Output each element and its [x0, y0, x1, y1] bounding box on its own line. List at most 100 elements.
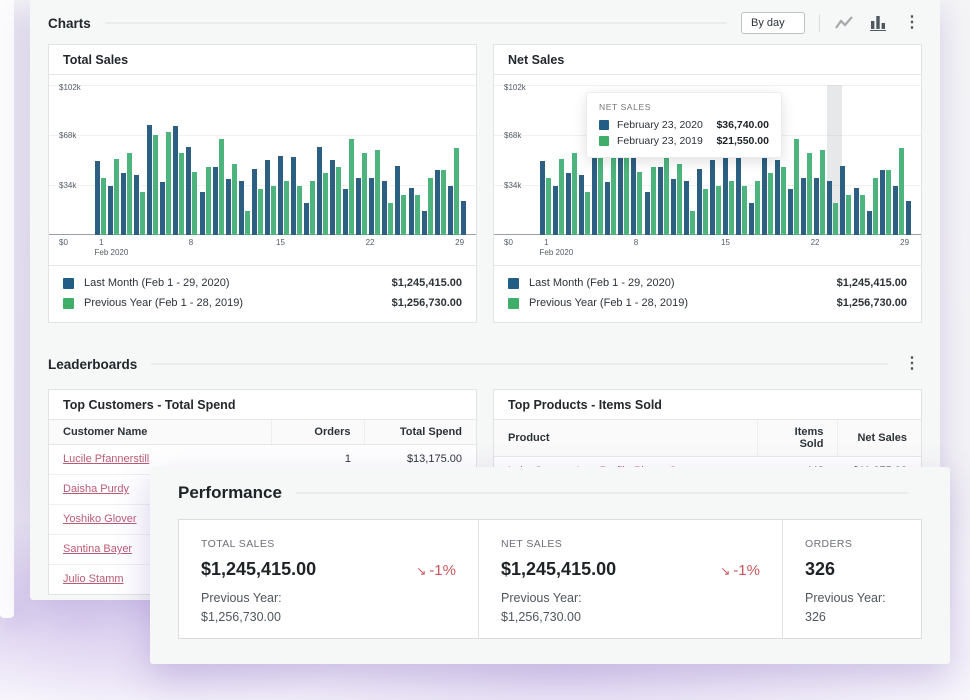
bar-current[interactable] [278, 156, 283, 235]
bar-previous[interactable] [388, 203, 393, 235]
legend-row[interactable]: Last Month (Feb 1 - 29, 2020) $1,245,415… [49, 273, 476, 293]
bar-group-day-1[interactable] [95, 85, 106, 235]
bar-previous[interactable] [742, 186, 747, 235]
bar-previous[interactable] [755, 181, 760, 235]
bar-group-day-28[interactable] [448, 85, 459, 235]
customer-link[interactable]: Lucile Pfannerstill [63, 453, 149, 465]
bar-current[interactable] [854, 188, 859, 235]
bar-previous[interactable] [572, 153, 577, 235]
bar-group-day-17[interactable] [304, 85, 315, 235]
bar-current[interactable] [631, 147, 636, 235]
bar-group-day-22[interactable] [814, 85, 825, 235]
bar-previous[interactable] [441, 170, 446, 235]
bar-current[interactable] [435, 170, 440, 235]
bar-previous[interactable] [375, 150, 380, 235]
bar-group-day-9[interactable] [200, 85, 211, 235]
bar-current[interactable] [108, 186, 113, 235]
bar-group-day-1[interactable] [540, 85, 551, 235]
customer-link[interactable]: Yoshiko Glover [63, 513, 137, 525]
legend-row[interactable]: Previous Year (Feb 1 - 28, 2019) $1,256,… [49, 293, 476, 313]
bar-group-day-29[interactable] [906, 85, 911, 235]
bar-current[interactable] [723, 156, 728, 235]
column-header[interactable]: Orders [271, 420, 365, 445]
bar-current[interactable] [801, 178, 806, 235]
bar-group-day-7[interactable] [173, 85, 184, 235]
bar-current[interactable] [749, 203, 754, 235]
bar-group-day-21[interactable] [801, 85, 812, 235]
bar-current[interactable] [605, 182, 610, 235]
bar-previous[interactable] [833, 203, 838, 235]
bar-group-day-2[interactable] [553, 85, 564, 235]
bar-previous[interactable] [297, 186, 302, 235]
bar-current[interactable] [160, 182, 165, 235]
bar-group-day-22[interactable] [369, 85, 380, 235]
bar-current[interactable] [226, 179, 231, 235]
bar-group-day-23[interactable] [827, 85, 838, 235]
bar-previous[interactable] [454, 148, 459, 235]
bar-group-day-8[interactable] [186, 85, 197, 235]
bar-current[interactable] [343, 189, 348, 235]
bar-group-day-28[interactable] [893, 85, 904, 235]
bar-current[interactable] [867, 211, 872, 235]
bar-previous[interactable] [716, 186, 721, 235]
bar-current[interactable] [579, 175, 584, 235]
line-chart-icon[interactable] [834, 13, 854, 33]
bar-previous[interactable] [899, 148, 904, 235]
bar-group-day-3[interactable] [566, 85, 577, 235]
bar-previous[interactable] [807, 153, 812, 235]
bar-current[interactable] [645, 192, 650, 235]
bar-current[interactable] [95, 161, 100, 235]
bar-previous[interactable] [310, 181, 315, 235]
bar-current[interactable] [330, 160, 335, 235]
bar-previous[interactable] [428, 178, 433, 235]
bar-group-day-26[interactable] [422, 85, 433, 235]
bar-previous[interactable] [794, 139, 799, 235]
bar-current[interactable] [395, 166, 400, 235]
column-header[interactable]: Product [494, 420, 757, 457]
bar-group-day-3[interactable] [121, 85, 132, 235]
bar-group-day-18[interactable] [317, 85, 328, 235]
bar-group-day-20[interactable] [343, 85, 354, 235]
bar-current[interactable] [540, 161, 545, 235]
bar-current[interactable] [814, 178, 819, 235]
bar-group-day-11[interactable] [226, 85, 237, 235]
bar-current[interactable] [369, 178, 374, 235]
bar-current[interactable] [827, 181, 832, 235]
bar-current[interactable] [658, 167, 663, 235]
bar-previous[interactable] [362, 153, 367, 235]
bar-current[interactable] [566, 173, 571, 235]
bar-current[interactable] [906, 201, 911, 235]
stat-orders[interactable]: ORDERS 326 Previous Year: 326 [783, 520, 921, 638]
bar-previous[interactable] [127, 153, 132, 235]
bar-previous[interactable] [271, 186, 276, 235]
bar-group-day-26[interactable] [867, 85, 878, 235]
bar-previous[interactable] [846, 195, 851, 235]
bar-previous[interactable] [873, 178, 878, 235]
bar-previous[interactable] [820, 150, 825, 235]
bar-group-day-4[interactable] [134, 85, 145, 235]
bar-previous[interactable] [336, 167, 341, 235]
bar-previous[interactable] [245, 211, 250, 235]
stat-net-sales[interactable]: NET SALES $1,245,415.00 ↘-1% Previous Ye… [479, 520, 783, 638]
bar-previous[interactable] [781, 167, 786, 235]
bar-current[interactable] [448, 186, 453, 235]
bar-current[interactable] [382, 181, 387, 235]
bar-current[interactable] [186, 147, 191, 235]
bar-previous[interactable] [768, 173, 773, 235]
bar-previous[interactable] [323, 173, 328, 235]
legend-row[interactable]: Previous Year (Feb 1 - 28, 2019) $1,256,… [494, 293, 921, 313]
bar-previous[interactable] [415, 195, 420, 235]
bar-group-day-12[interactable] [239, 85, 250, 235]
bar-current[interactable] [147, 125, 152, 235]
bar-group-day-25[interactable] [409, 85, 420, 235]
bar-current[interactable] [762, 147, 767, 235]
bar-previous[interactable] [101, 178, 106, 235]
bar-group-day-27[interactable] [880, 85, 891, 235]
bar-previous[interactable] [349, 139, 354, 235]
bar-current[interactable] [265, 160, 270, 235]
bar-current[interactable] [697, 169, 702, 235]
bar-current[interactable] [121, 173, 126, 235]
bar-previous[interactable] [206, 167, 211, 235]
column-header[interactable]: Items Sold [757, 420, 838, 457]
bar-current[interactable] [134, 175, 139, 235]
